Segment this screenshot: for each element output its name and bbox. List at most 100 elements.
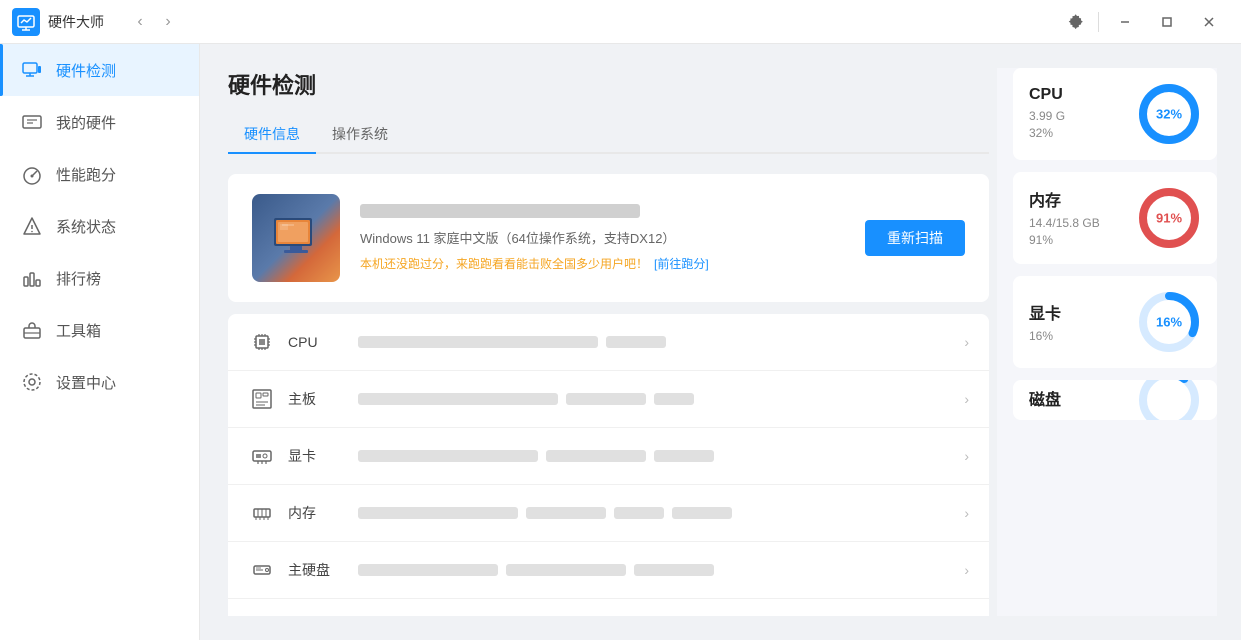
hdd-val3	[634, 564, 714, 576]
minimize-button[interactable]	[1105, 6, 1145, 38]
cpu-value-block2	[606, 336, 666, 348]
divider	[1098, 12, 1099, 32]
toolbox-icon	[20, 318, 44, 342]
sidebar: 硬件检测 我的硬件 性能跑分	[0, 44, 200, 640]
motherboard-icon	[248, 385, 276, 413]
gpu-value	[358, 450, 956, 462]
cpu-label: CPU	[288, 334, 358, 350]
stat-card-memory: 内存 14.4/15.8 GB 91% 91%	[1013, 172, 1217, 264]
motherboard-value	[358, 393, 956, 405]
mb-val2	[566, 393, 646, 405]
hw-item-hdd[interactable]: 主硬盘 ›	[228, 542, 989, 599]
memory-stat-name: 内存	[1029, 187, 1125, 211]
cpu-donut: 32%	[1137, 82, 1201, 146]
sidebar-item-hardware-check[interactable]: 硬件检测	[0, 44, 199, 96]
overview-info: Windows 11 家庭中文版（64位操作系统，支持DX12） 本机还没跑过分…	[360, 204, 845, 272]
sidebar-label-hardware-check: 硬件检测	[56, 60, 116, 81]
nav-back[interactable]: ‹	[128, 10, 152, 34]
gpu-donut: 16%	[1137, 290, 1201, 354]
sidebar-item-toolbox[interactable]: 工具箱	[0, 304, 199, 356]
hw-item-monitor[interactable]: 显示器 ›	[228, 599, 989, 616]
mem-val4	[672, 507, 732, 519]
title-bar-right	[1060, 6, 1229, 38]
cpu-value	[358, 336, 956, 348]
gpu-val3	[654, 450, 714, 462]
mb-val3	[654, 393, 694, 405]
cpu-icon	[248, 328, 276, 356]
mem-arrow: ›	[964, 505, 969, 521]
sidebar-label-toolbox: 工具箱	[56, 320, 101, 341]
settings-button[interactable]	[1060, 6, 1092, 38]
sidebar-item-my-hardware[interactable]: 我的硬件	[0, 96, 199, 148]
gpu-stat-info: 显卡 16%	[1029, 300, 1125, 345]
sidebar-label-settings: 设置中心	[56, 372, 116, 393]
gpu-stat-name: 显卡	[1029, 300, 1125, 324]
sidebar-label-ranking: 排行榜	[56, 268, 101, 289]
hardware-list: CPU ›	[228, 314, 989, 616]
cpu-donut-label: 32%	[1156, 107, 1182, 122]
hw-item-cpu[interactable]: CPU ›	[228, 314, 989, 371]
system-status-icon	[20, 214, 44, 238]
mem-val3	[614, 507, 664, 519]
right-panel: CPU 3.99 G 32% 32% 内存	[997, 68, 1217, 616]
gpu-val1	[358, 450, 538, 462]
memory-donut: 91%	[1137, 186, 1201, 250]
stat-card-gpu: 显卡 16% 16%	[1013, 276, 1217, 368]
mem-val2	[526, 507, 606, 519]
gpu-icon	[248, 442, 276, 470]
hw-item-memory[interactable]: 内存 ›	[228, 485, 989, 542]
gpu-stat-detail: 16%	[1029, 328, 1125, 345]
monitor-icon	[248, 613, 276, 616]
cpu-stat-name: CPU	[1029, 86, 1125, 104]
title-bar: 硬件大师 ‹ ›	[0, 0, 1241, 44]
main-layout: 硬件检测 我的硬件 性能跑分	[0, 44, 1241, 640]
nav-arrows: ‹ ›	[128, 10, 180, 34]
tabs: 硬件信息 操作系统	[228, 116, 989, 154]
cpu-stat-info: CPU 3.99 G 32%	[1029, 86, 1125, 142]
rescan-button[interactable]: 重新扫描	[865, 220, 965, 256]
memory-label: 内存	[288, 503, 358, 523]
stat-card-disk: 磁盘	[1013, 380, 1217, 420]
pc-promo: 本机还没跑过分，来跑跑看看能击败全国多少用户吧！ [前往跑分]	[360, 255, 845, 272]
sidebar-item-benchmark[interactable]: 性能跑分	[0, 148, 199, 200]
app-icon	[12, 8, 40, 36]
sidebar-item-system-status[interactable]: 系统状态	[0, 200, 199, 252]
hw-item-gpu[interactable]: 显卡 ›	[228, 428, 989, 485]
settings-center-icon	[20, 370, 44, 394]
tab-os[interactable]: 操作系统	[316, 116, 404, 154]
hdd-label: 主硬盘	[288, 560, 358, 580]
hardware-check-icon	[20, 58, 44, 82]
memory-stat-detail: 14.4/15.8 GB 91%	[1029, 215, 1125, 249]
memory-donut-label: 91%	[1156, 211, 1182, 226]
page-title: 硬件检测	[228, 68, 989, 100]
maximize-button[interactable]	[1147, 6, 1187, 38]
memory-value	[358, 507, 956, 519]
sidebar-label-my-hardware: 我的硬件	[56, 112, 116, 133]
motherboard-label: 主板	[288, 389, 358, 409]
pc-os: Windows 11 家庭中文版（64位操作系统，支持DX12）	[360, 228, 845, 247]
mb-val1	[358, 393, 558, 405]
nav-forward[interactable]: ›	[156, 10, 180, 34]
promo-text: 本机还没跑过分，来跑跑看看能击败全国多少用户吧！	[360, 255, 648, 272]
disk-stat-info: 磁盘	[1029, 386, 1125, 414]
hw-item-motherboard[interactable]: 主板 ›	[228, 371, 989, 428]
hdd-val2	[506, 564, 626, 576]
memory-stat-info: 内存 14.4/15.8 GB 91%	[1029, 187, 1125, 249]
close-button[interactable]	[1189, 6, 1229, 38]
hdd-icon	[248, 556, 276, 584]
promo-link[interactable]: [前往跑分]	[654, 255, 709, 272]
my-hardware-icon	[20, 110, 44, 134]
main-content: 硬件检测 硬件信息 操作系统	[228, 68, 997, 616]
disk-stat-name: 磁盘	[1029, 386, 1125, 410]
cpu-stat-detail: 3.99 G 32%	[1029, 108, 1125, 142]
pc-name-blurred	[360, 204, 640, 218]
sidebar-label-benchmark: 性能跑分	[56, 164, 116, 185]
hdd-arrow: ›	[964, 562, 969, 578]
sidebar-item-settings[interactable]: 设置中心	[0, 356, 199, 408]
benchmark-icon	[20, 162, 44, 186]
sidebar-item-ranking[interactable]: 排行榜	[0, 252, 199, 304]
tab-hardware-info[interactable]: 硬件信息	[228, 116, 316, 154]
pc-image	[252, 194, 340, 282]
gpu-label: 显卡	[288, 446, 358, 466]
sidebar-label-system-status: 系统状态	[56, 216, 116, 237]
